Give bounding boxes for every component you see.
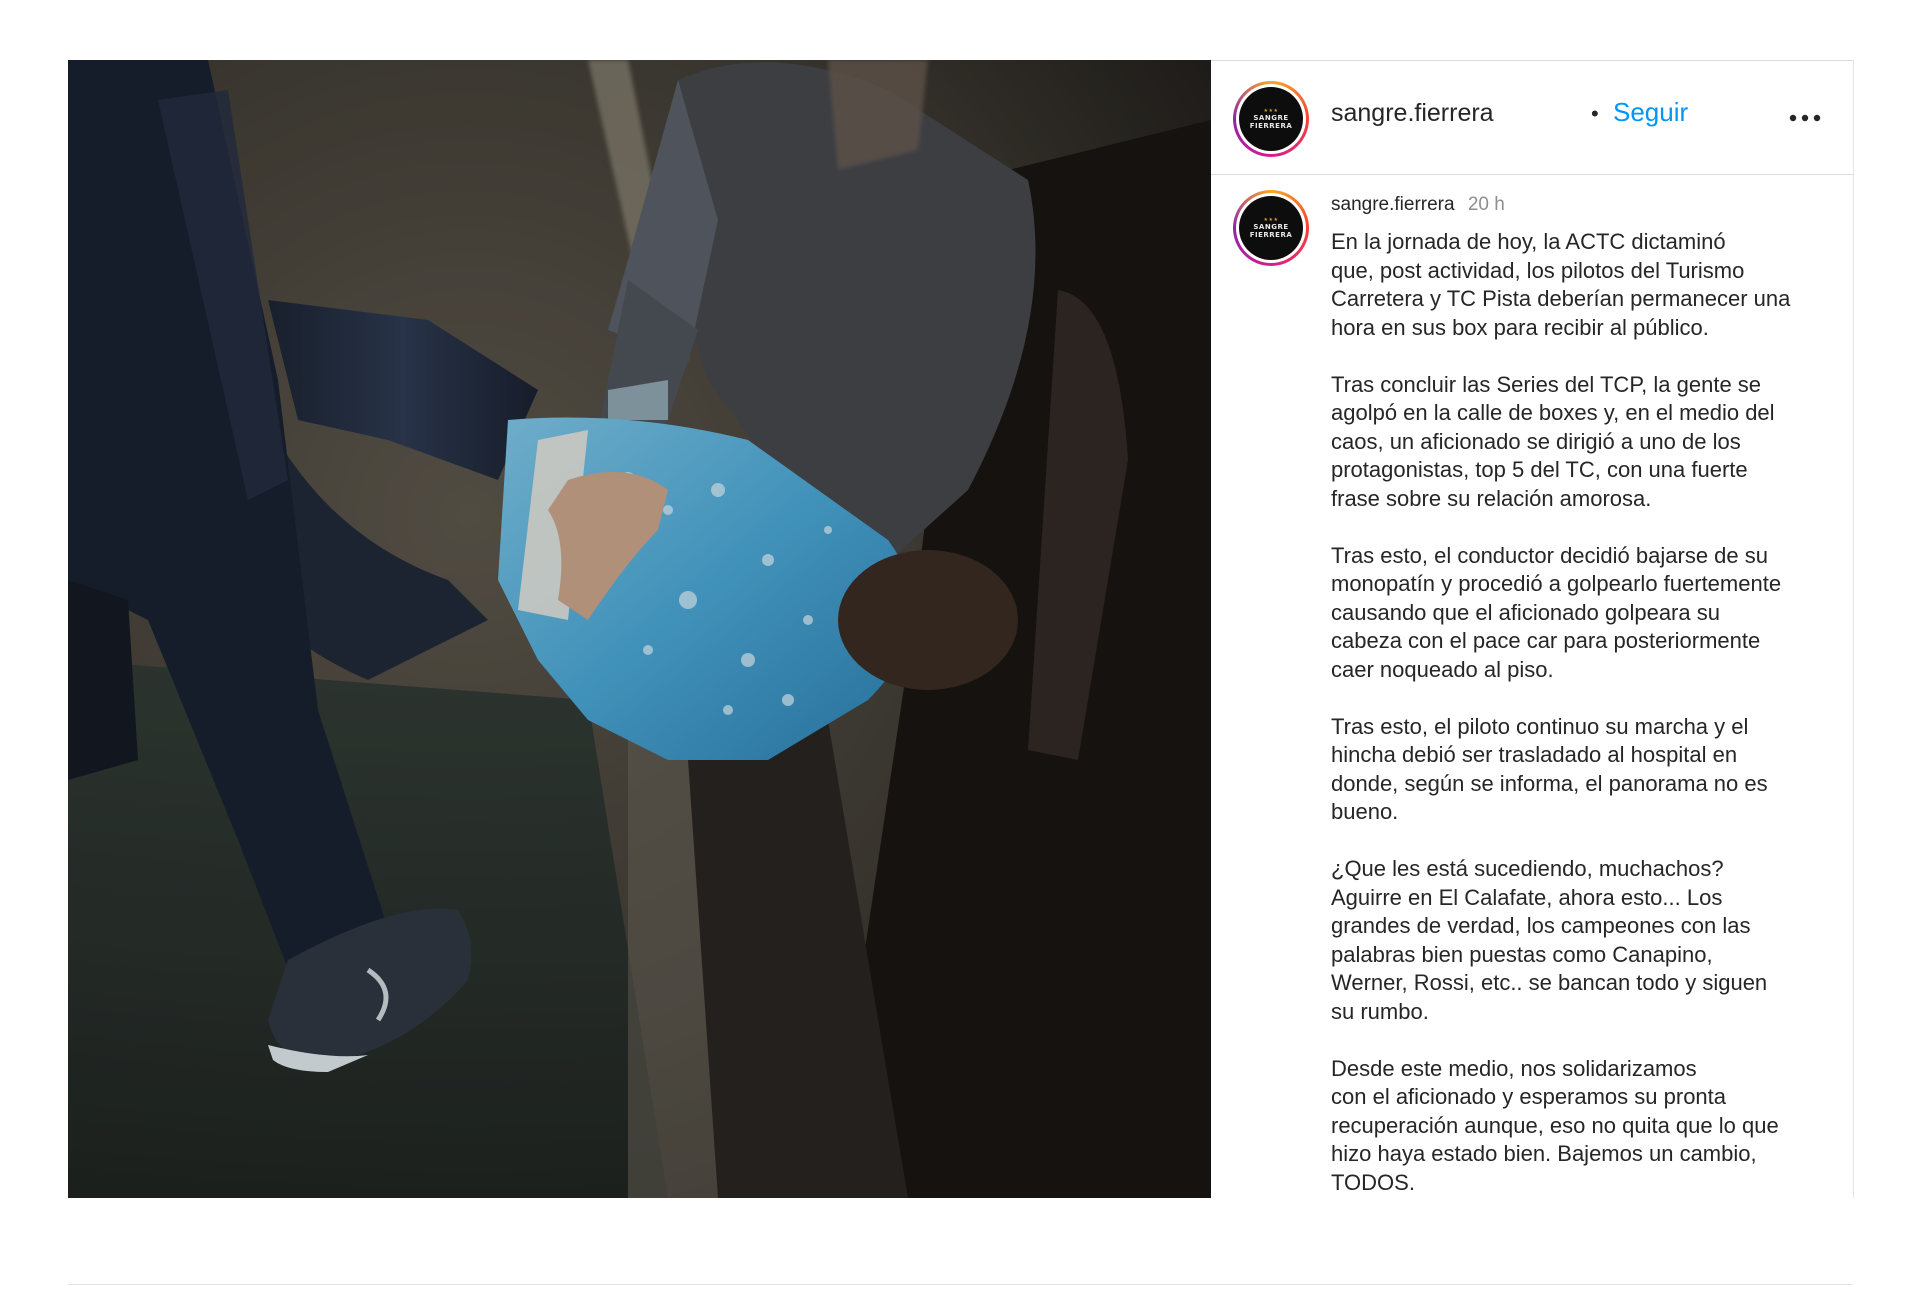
caption-paragraph: Tras esto, el piloto continuo su marcha … [1331,713,1768,825]
post-timestamp[interactable]: 20 h [1468,194,1505,215]
caption-paragraph: Tras esto, el conductor decidió bajarse … [1331,542,1782,682]
more-options-icon[interactable] [1785,103,1825,133]
caption-paragraph: Tras concluir las Series del TCP, la gen… [1331,371,1775,511]
caption-paragraph: Desde este medio, nos solidarizamos con … [1331,1055,1779,1195]
divider [68,1284,1853,1285]
post-photo-image [68,60,1211,1198]
follow-button[interactable]: Seguir [1613,97,1688,128]
instagram-post: ★★★ SANGRE FIERRERA sangre.fierrera • Se… [68,60,1854,1198]
caption-paragraph: En la jornada de hoy, la ACTC dictaminó … [1331,229,1791,340]
caption-meta: sangre.fierrera 20 h [1331,194,1505,216]
avatar[interactable]: ★★★ SANGRE FIERRERA [1233,81,1309,157]
avatar-logo: ★★★ SANGRE FIERRERA [1239,196,1303,260]
caption-username-link[interactable]: sangre.fierrera [1331,194,1455,215]
separator-dot: • [1591,101,1599,126]
post-photo[interactable] [68,60,1211,1198]
post-sidebar: ★★★ SANGRE FIERRERA sangre.fierrera • Se… [1211,60,1854,1198]
post-header: ★★★ SANGRE FIERRERA sangre.fierrera • Se… [1211,60,1853,175]
header-username-link[interactable]: sangre.fierrera [1331,99,1494,128]
caption-paragraph: ¿Que les está sucediendo, muchachos? Agu… [1331,856,1768,1024]
caption-text: En la jornada de hoy, la ACTC dictaminó … [1331,228,1846,1197]
avatar-logo: ★★★ SANGRE FIERRERA [1239,87,1303,151]
caption-avatar[interactable]: ★★★ SANGRE FIERRERA [1233,190,1309,266]
